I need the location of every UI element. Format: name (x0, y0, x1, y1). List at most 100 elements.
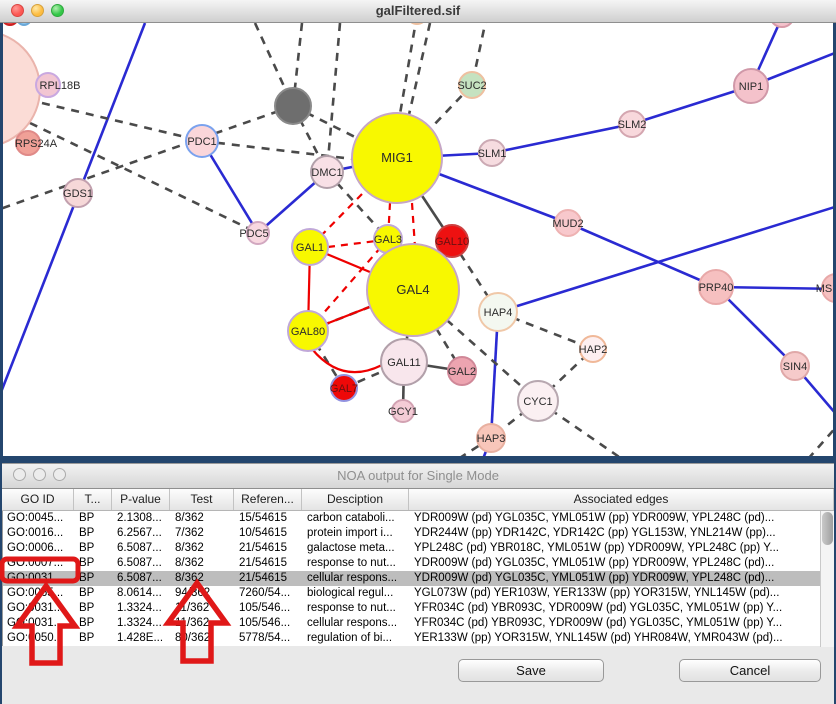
table-header-row[interactable]: GO IDT...P-valueTestReferen...Desciption… (2, 489, 834, 511)
scrollbar-thumb[interactable] (822, 512, 833, 545)
node-RPL18B[interactable] (36, 73, 60, 97)
node-GAL7[interactable] (331, 375, 357, 401)
table-row[interactable]: GO:0031...BP1.3324...11/362105/546...cel… (3, 616, 834, 631)
cell-description: response to nut... (303, 556, 410, 571)
table-row[interactable]: GO:0016...BP6.2567...7/36210/54615protei… (3, 526, 834, 541)
network-window: galFiltered.sif RPL18BRPS24AGDS1PDC1PDC5… (0, 0, 836, 459)
node-GAL11[interactable] (381, 339, 427, 385)
node-GAL4[interactable] (367, 244, 459, 336)
cell-type: BP (75, 526, 113, 541)
vertical-scrollbar[interactable] (820, 511, 834, 647)
node-HAP3[interactable] (477, 424, 505, 452)
node-NIP1[interactable] (734, 69, 768, 103)
column-header-edges[interactable]: Associated edges (409, 489, 834, 510)
cell-p_value: 6.2567... (113, 526, 171, 541)
cell-type: BP (75, 601, 113, 616)
cell-test: 7/362 (171, 526, 235, 541)
node-MIG1[interactable] (352, 113, 442, 203)
node-GAL1[interactable] (292, 229, 328, 265)
node-PDC1[interactable] (186, 125, 218, 157)
cell-p_value: 1.3324... (113, 616, 171, 631)
cell-edges: YDR244W (pp) YDR142C, YDR142C (pp) YGL15… (410, 526, 821, 541)
table-row[interactable]: GO:0031...BP6.5087...8/36221/54615cellul… (3, 571, 834, 586)
cell-edges: YFR034C (pd) YBR093C, YDR009W (pd) YGL03… (410, 601, 821, 616)
node-HAP2[interactable] (580, 336, 606, 362)
node-PDC5[interactable] (247, 222, 269, 244)
edge (42, 103, 202, 141)
cell-reference: 15/54615 (235, 511, 303, 526)
table-row[interactable]: GO:0031...BP1.3324...11/362105/546...res… (3, 601, 834, 616)
cell-p_value: 6.5087... (113, 541, 171, 556)
node-unlabeled[interactable] (407, 23, 427, 24)
cell-go_id: GO:0031... (3, 616, 75, 631)
node-SIN4[interactable] (781, 352, 809, 380)
cell-edges: YER133W (pp) YOR315W, YNL145W (pd) YHR08… (410, 631, 821, 646)
network-window-titlebar[interactable]: galFiltered.sif (0, 0, 836, 23)
cell-description: biological regul... (303, 586, 410, 601)
app-root: { "graph_window": { "title": "galFiltere… (0, 0, 836, 704)
node-SLM2[interactable] (619, 111, 645, 137)
node-SLM1[interactable] (479, 140, 505, 166)
noa-window-titlebar[interactable]: NOA output for Single Mode (2, 464, 834, 489)
cell-description: carbon cataboli... (303, 511, 410, 526)
node-unlabeled[interactable] (275, 88, 311, 124)
cell-type: BP (75, 571, 113, 586)
cell-description: regulation of bi... (303, 631, 410, 646)
cell-reference: 21/54615 (235, 571, 303, 586)
node-GAL80[interactable] (288, 311, 328, 351)
node-unlabeled[interactable] (770, 23, 794, 27)
column-header-go_id[interactable]: GO ID (2, 489, 74, 510)
column-header-description[interactable]: Desciption (302, 489, 409, 510)
cell-go_id: GO:0007... (3, 556, 75, 571)
node-MUD2[interactable] (555, 210, 581, 236)
edge (400, 23, 417, 114)
cell-test: 8/362 (171, 541, 235, 556)
cell-type: BP (75, 631, 113, 646)
edge (808, 425, 833, 456)
cell-test: 94/362 (171, 586, 235, 601)
column-header-p_value[interactable]: P-value (112, 489, 170, 510)
cell-reference: 105/546... (235, 616, 303, 631)
table-row[interactable]: GO:0045...BP2.1308...8/36215/54615carbon… (3, 511, 834, 526)
node-unlabeled[interactable] (3, 31, 40, 147)
node-unlabeled[interactable] (3, 23, 18, 25)
node-GDS1[interactable] (64, 179, 92, 207)
cell-go_id: GO:0050... (3, 631, 75, 646)
node-GCY1[interactable] (392, 400, 414, 422)
node-HAP4[interactable] (479, 293, 517, 331)
node-CYC1[interactable] (518, 381, 558, 421)
cell-description: response to nut... (303, 601, 410, 616)
save-button[interactable]: Save (458, 659, 604, 682)
node-SUC2[interactable] (459, 72, 485, 98)
edge (408, 23, 430, 119)
edge (328, 241, 376, 247)
column-header-reference[interactable]: Referen... (234, 489, 302, 510)
node-MSN[interactable] (822, 274, 833, 302)
node-RPS24A[interactable] (16, 131, 40, 155)
cell-edges: YDR009W (pd) YGL035C, YML051W (pp) YDR00… (410, 511, 821, 526)
column-header-test[interactable]: Test (170, 489, 234, 510)
cell-test: 11/362 (171, 616, 235, 631)
node-GAL2[interactable] (448, 357, 476, 385)
table-row[interactable]: GO:0007...BP6.5087...8/36221/54615respon… (3, 556, 834, 571)
node-unlabeled[interactable] (17, 23, 31, 25)
cell-test: 80/362 (171, 631, 235, 646)
cell-test: 8/362 (171, 571, 235, 586)
edge (327, 23, 340, 172)
cell-description: galactose meta... (303, 541, 410, 556)
table-row[interactable]: GO:0006...BP6.5087...8/36221/54615galact… (3, 541, 834, 556)
cell-p_value: 1.428E... (113, 631, 171, 646)
cell-type: BP (75, 556, 113, 571)
network-canvas[interactable]: RPL18BRPS24AGDS1PDC1PDC5MIG1SUC2SLM1SLM2… (3, 23, 833, 456)
node-DMC1[interactable] (311, 156, 343, 188)
node-PRP40[interactable] (699, 270, 733, 304)
table-row[interactable]: GO:0050...BP1.428E...80/3625778/54...reg… (3, 631, 834, 646)
cell-p_value: 1.3324... (113, 601, 171, 616)
cell-type: BP (75, 541, 113, 556)
cancel-button[interactable]: Cancel (679, 659, 821, 682)
cell-p_value: 6.5087... (113, 556, 171, 571)
noa-output-window: NOA output for Single Mode GO IDT...P-va… (2, 463, 834, 704)
column-header-type[interactable]: T... (74, 489, 112, 510)
table-row[interactable]: GO:0065...BP8.0614...94/3627260/54...bio… (3, 586, 834, 601)
edge (498, 206, 833, 312)
